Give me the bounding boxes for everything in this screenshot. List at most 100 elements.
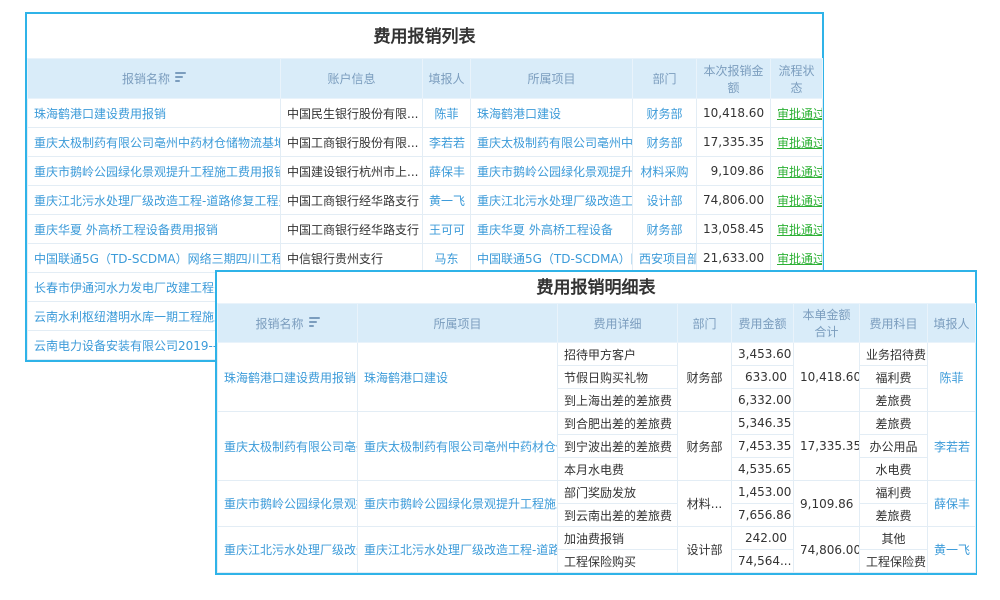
sort-bars-icon[interactable] (175, 70, 186, 84)
table-row: 重庆太极制药有限公司亳州中药材 重庆太极制药有限公司亳州中药材仓储物流 到合肥出… (218, 412, 976, 435)
project-link[interactable]: 重庆太极制药有限公司亳州中药材仓储物流 (358, 412, 558, 481)
amount-cell: 3,453.60 (732, 343, 794, 366)
category-cell: 差旅费 (860, 504, 928, 527)
reimbursement-name-link[interactable]: 重庆太极制药有限公司亳州中药材 (218, 412, 358, 481)
dept-cell: 材料... (678, 481, 732, 527)
project-link[interactable]: 重庆华夏 外高桥工程设备 (471, 215, 633, 244)
category-cell: 差旅费 (860, 389, 928, 412)
project-link[interactable]: 重庆江北污水处理厂级改造工... (471, 186, 633, 215)
reimbursement-name-link[interactable]: 重庆江北污水处理厂级改造工程- (218, 527, 358, 573)
reimbursement-name-link[interactable]: 重庆江北污水处理厂级改造工程-道路修复工程费用... (28, 186, 281, 215)
expense-list-header-row: 报销名称 账户信息 填报人 所属项目 部门 本次报销金额 流程状态 (28, 59, 823, 99)
expense-detail-cell: 到合肥出差的差旅费 (558, 412, 678, 435)
category-cell: 福利费 (860, 481, 928, 504)
category-cell: 福利费 (860, 366, 928, 389)
total-amount-cell: 10,418.60 (794, 343, 860, 412)
amount-cell: 5,346.35 (732, 412, 794, 435)
dept-cell: 设计部 (678, 527, 732, 573)
reimbursement-name-link[interactable]: 中国联通5G（TD-SCDMA）网络三期四川工程费... (28, 244, 281, 273)
category-cell: 其他 (860, 527, 928, 550)
status-link[interactable]: 审批通过 (771, 215, 823, 244)
reimbursement-name-link[interactable]: 重庆太极制药有限公司亳州中药材仓储物流基地项... (28, 128, 281, 157)
dept-link[interactable]: 西安项目部 (633, 244, 697, 273)
col-header-project: 所属项目 (358, 304, 558, 343)
col-header-dept: 部门 (633, 59, 697, 99)
project-link[interactable]: 重庆市鹅岭公园绿化景观提升工程施工 (358, 481, 558, 527)
dept-cell: 财务部 (678, 343, 732, 412)
amount-cell: 242.00 (732, 527, 794, 550)
amount-cell: 21,633.00 (697, 244, 771, 273)
expense-detail-cell: 节假日购买礼物 (558, 366, 678, 389)
col-header-amount: 费用金额 (732, 304, 794, 343)
account-cell: 中信银行贵州支行 (281, 244, 423, 273)
status-link[interactable]: 审批通过 (771, 157, 823, 186)
table-row: 重庆市鹅岭公园绿化景观提升工程 重庆市鹅岭公园绿化景观提升工程施工 部门奖励发放… (218, 481, 976, 504)
table-row: 重庆江北污水处理厂级改造工程- 重庆江北污水处理厂级改造工程-道路修复工 加油费… (218, 527, 976, 550)
reporter-link[interactable]: 黄一飞 (423, 186, 471, 215)
amount-cell: 633.00 (732, 366, 794, 389)
reporter-link[interactable]: 王可可 (423, 215, 471, 244)
reimbursement-name-link[interactable]: 重庆华夏 外高桥工程设备费用报销 (28, 215, 281, 244)
dept-cell: 财务部 (678, 412, 732, 481)
status-link[interactable]: 审批通过 (771, 186, 823, 215)
col-header-name: 报销名称 (28, 59, 281, 99)
category-cell: 工程保险费 (860, 550, 928, 573)
reimbursement-name-link[interactable]: 珠海鹤港口建设费用报销 (218, 343, 358, 412)
category-cell: 差旅费 (860, 412, 928, 435)
expense-detail-cell: 加油费报销 (558, 527, 678, 550)
expense-detail-card: 费用报销明细表 报销名称 所属项目 费用详细 部门 费用金额 本单金额合计 费用… (215, 270, 977, 575)
status-link[interactable]: 审批通过 (771, 128, 823, 157)
table-row: 珠海鹤港口建设费用报销 珠海鹤港口建设 招待甲方客户 财务部 3,453.60 … (218, 343, 976, 366)
reporter-link[interactable]: 马东 (423, 244, 471, 273)
expense-detail-cell: 到宁波出差的差旅费 (558, 435, 678, 458)
dept-link[interactable]: 财务部 (633, 128, 697, 157)
expense-detail-cell: 到云南出差的差旅费 (558, 504, 678, 527)
account-cell: 中国工商银行经华路支行 (281, 186, 423, 215)
reimbursement-name-link[interactable]: 重庆市鹅岭公园绿化景观提升工程 (218, 481, 358, 527)
total-amount-cell: 17,335.35 (794, 412, 860, 481)
total-amount-cell: 9,109.86 (794, 481, 860, 527)
reimbursement-name-link[interactable]: 重庆市鹅岭公园绿化景观提升工程施工费用报销 (28, 157, 281, 186)
account-cell: 中国工商银行经华路支行 (281, 215, 423, 244)
status-link[interactable]: 审批通过 (771, 244, 823, 273)
amount-cell: 13,058.45 (697, 215, 771, 244)
dept-link[interactable]: 财务部 (633, 99, 697, 128)
expense-detail-title: 费用报销明细表 (217, 272, 975, 303)
col-header-account: 账户信息 (281, 59, 423, 99)
project-link[interactable]: 珠海鹤港口建设 (471, 99, 633, 128)
expense-detail-table: 报销名称 所属项目 费用详细 部门 费用金额 本单金额合计 费用科目 填报人 珠… (217, 303, 976, 573)
project-link[interactable]: 重庆市鹅岭公园绿化景观提升... (471, 157, 633, 186)
expense-detail-cell: 招待甲方客户 (558, 343, 678, 366)
dept-link[interactable]: 财务部 (633, 215, 697, 244)
reporter-link[interactable]: 黄一飞 (928, 527, 976, 573)
dept-link[interactable]: 材料采购 (633, 157, 697, 186)
reporter-link[interactable]: 李若若 (423, 128, 471, 157)
expense-detail-cell: 到上海出差的差旅费 (558, 389, 678, 412)
project-link[interactable]: 重庆江北污水处理厂级改造工程-道路修复工 (358, 527, 558, 573)
account-cell: 中国建设银行杭州市上... (281, 157, 423, 186)
reporter-link[interactable]: 薛保丰 (423, 157, 471, 186)
col-header-name: 报销名称 (218, 304, 358, 343)
amount-cell: 10,418.60 (697, 99, 771, 128)
project-link[interactable]: 重庆太极制药有限公司亳州中... (471, 128, 633, 157)
dept-link[interactable]: 设计部 (633, 186, 697, 215)
reporter-link[interactable]: 薛保丰 (928, 481, 976, 527)
reporter-link[interactable]: 李若若 (928, 412, 976, 481)
sort-bars-icon[interactable] (309, 315, 320, 329)
expense-list-title: 费用报销列表 (27, 14, 822, 58)
status-link[interactable]: 审批通过 (771, 99, 823, 128)
reporter-link[interactable]: 陈菲 (423, 99, 471, 128)
table-row: 重庆市鹅岭公园绿化景观提升工程施工费用报销 中国建设银行杭州市上... 薛保丰 … (28, 157, 823, 186)
amount-cell: 17,335.35 (697, 128, 771, 157)
reimbursement-name-link[interactable]: 珠海鹤港口建设费用报销 (28, 99, 281, 128)
project-link[interactable]: 珠海鹤港口建设 (358, 343, 558, 412)
amount-cell: 7,453.35 (732, 435, 794, 458)
expense-detail-cell: 工程保险购买 (558, 550, 678, 573)
col-header-reporter: 填报人 (928, 304, 976, 343)
col-header-project: 所属项目 (471, 59, 633, 99)
col-header-detail: 费用详细 (558, 304, 678, 343)
amount-cell: 74,806.00 (697, 186, 771, 215)
reporter-link[interactable]: 陈菲 (928, 343, 976, 412)
category-cell: 水电费 (860, 458, 928, 481)
project-link[interactable]: 中国联通5G（TD-SCDMA）网... (471, 244, 633, 273)
